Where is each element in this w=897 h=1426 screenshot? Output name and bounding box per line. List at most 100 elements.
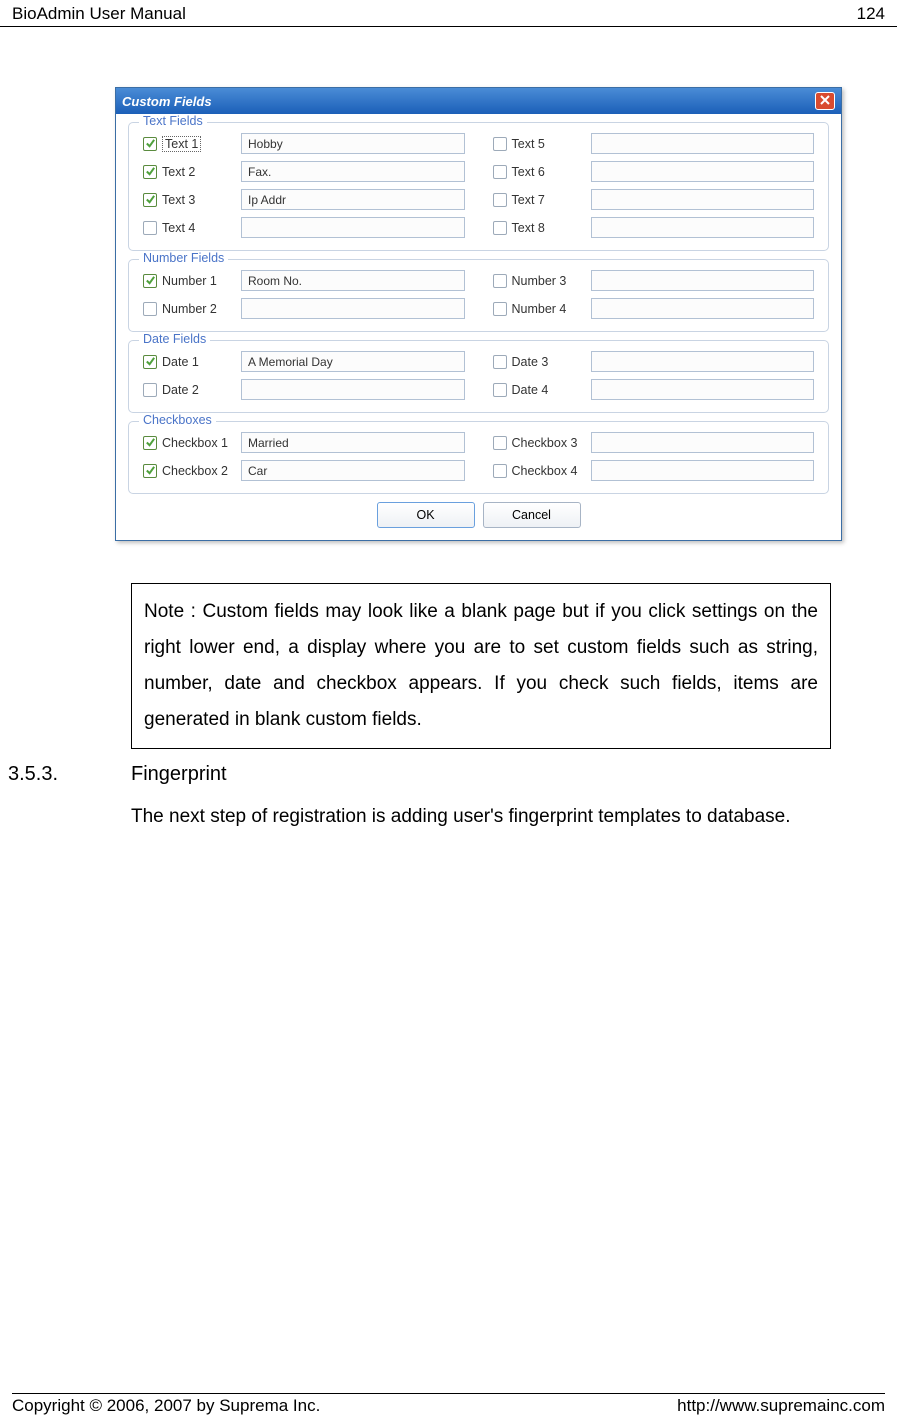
field-input[interactable] bbox=[591, 189, 815, 210]
field-input[interactable]: Ip Addr bbox=[241, 189, 465, 210]
field-input[interactable] bbox=[591, 270, 815, 291]
section-heading: 3.5.3. Fingerprint bbox=[8, 763, 897, 786]
checkbox[interactable] bbox=[143, 137, 157, 151]
field-input[interactable] bbox=[591, 379, 815, 400]
field-grid: Number 1 Room No. Number 3 Number 2 Number 4 bbox=[143, 270, 814, 319]
checkbox[interactable] bbox=[493, 274, 507, 288]
field-input[interactable] bbox=[591, 432, 815, 453]
field-label: Checkbox 1 bbox=[162, 436, 228, 450]
field-label-wrap: Text 2 bbox=[143, 165, 235, 179]
field-label-wrap: Number 1 bbox=[143, 274, 235, 288]
field-label-wrap: Checkbox 3 bbox=[493, 436, 585, 450]
checkbox[interactable] bbox=[493, 221, 507, 235]
field-label: Checkbox 2 bbox=[162, 464, 228, 478]
field-label: Text 8 bbox=[512, 221, 545, 235]
field-label: Number 2 bbox=[162, 302, 217, 316]
page-number: 124 bbox=[857, 4, 885, 24]
fieldgroup-text: Text FieldsText 1HobbyText 5Text 2Fax.Te… bbox=[128, 122, 829, 251]
field-input[interactable] bbox=[591, 298, 815, 319]
field-label-wrap: Text 7 bbox=[493, 193, 585, 207]
field-label: Number 1 bbox=[162, 274, 217, 288]
checkbox[interactable] bbox=[143, 383, 157, 397]
fieldgroup-number: Number FieldsNumber 1Room No.Number 3Num… bbox=[128, 259, 829, 332]
field-input[interactable] bbox=[591, 351, 815, 372]
field-input[interactable]: Room No. bbox=[241, 270, 465, 291]
fieldgroup-legend: Text Fields bbox=[139, 114, 207, 128]
dialog-screenshot: Custom Fields Text FieldsText 1HobbyText… bbox=[115, 87, 842, 541]
field-row: Number 3 bbox=[493, 270, 815, 291]
ok-button[interactable]: OK bbox=[377, 502, 475, 528]
field-label-wrap: Date 2 bbox=[143, 383, 235, 397]
checkbox[interactable] bbox=[493, 165, 507, 179]
field-label: Number 3 bbox=[512, 274, 567, 288]
field-label: Checkbox 4 bbox=[512, 464, 578, 478]
field-row: Text 8 bbox=[493, 217, 815, 238]
dialog-title: Custom Fields bbox=[122, 94, 212, 109]
close-button[interactable] bbox=[815, 92, 835, 110]
cancel-button[interactable]: Cancel bbox=[483, 502, 581, 528]
checkbox[interactable] bbox=[143, 221, 157, 235]
field-label-wrap: Text 8 bbox=[493, 221, 585, 235]
checkbox[interactable] bbox=[493, 137, 507, 151]
field-input[interactable] bbox=[591, 161, 815, 182]
footer-copyright: Copyright © 2006, 2007 by Suprema Inc. bbox=[12, 1396, 320, 1416]
field-input[interactable] bbox=[591, 460, 815, 481]
checkbox[interactable] bbox=[143, 355, 157, 369]
field-row: Number 4 bbox=[493, 298, 815, 319]
checkbox[interactable] bbox=[493, 193, 507, 207]
field-input[interactable]: Married bbox=[241, 432, 465, 453]
custom-fields-dialog: Custom Fields Text FieldsText 1HobbyText… bbox=[115, 87, 842, 541]
checkbox[interactable] bbox=[143, 436, 157, 450]
field-row: Checkbox 2 Car bbox=[143, 460, 465, 481]
field-input[interactable] bbox=[241, 379, 465, 400]
fieldgroup-checkbox: CheckboxesCheckbox 1MarriedCheckbox 3Che… bbox=[128, 421, 829, 494]
field-input[interactable]: Fax. bbox=[241, 161, 465, 182]
field-label: Text 4 bbox=[162, 221, 195, 235]
field-grid: Checkbox 1 Married Checkbox 3 Checkbox 2 Car… bbox=[143, 432, 814, 481]
field-label: Text 6 bbox=[512, 165, 545, 179]
dialog-titlebar: Custom Fields bbox=[116, 88, 841, 114]
field-row: Text 4 bbox=[143, 217, 465, 238]
checkbox[interactable] bbox=[493, 383, 507, 397]
field-input[interactable]: Car bbox=[241, 460, 465, 481]
field-row: Number 1 Room No. bbox=[143, 270, 465, 291]
field-grid: Text 1 Hobby Text 5 Text 2 Fax. Text 6 Text 3 I… bbox=[143, 133, 814, 238]
checkbox[interactable] bbox=[493, 302, 507, 316]
field-row: Checkbox 3 bbox=[493, 432, 815, 453]
field-input[interactable] bbox=[591, 133, 815, 154]
fieldgroup-date: Date FieldsDate 1A Memorial DayDate 3Dat… bbox=[128, 340, 829, 413]
checkbox[interactable] bbox=[143, 302, 157, 316]
field-label-wrap: Text 3 bbox=[143, 193, 235, 207]
checkbox[interactable] bbox=[143, 464, 157, 478]
field-grid: Date 1A Memorial DayDate 3Date 2Date 4 bbox=[143, 351, 814, 400]
fieldgroup-legend: Checkboxes bbox=[139, 413, 216, 427]
field-label: Text 5 bbox=[512, 137, 545, 151]
field-label-wrap: Date 1 bbox=[143, 355, 235, 369]
field-label-wrap: Text 5 bbox=[493, 137, 585, 151]
field-label-wrap: Number 3 bbox=[493, 274, 585, 288]
field-input[interactable] bbox=[591, 217, 815, 238]
field-row: Text 6 bbox=[493, 161, 815, 182]
checkbox[interactable] bbox=[493, 436, 507, 450]
field-row: Date 2 bbox=[143, 379, 465, 400]
checkbox[interactable] bbox=[493, 355, 507, 369]
fieldgroup-legend: Date Fields bbox=[139, 332, 210, 346]
field-input[interactable]: Hobby bbox=[241, 133, 465, 154]
checkbox[interactable] bbox=[143, 274, 157, 288]
checkbox[interactable] bbox=[493, 464, 507, 478]
field-label-wrap: Text 1 bbox=[143, 136, 235, 152]
checkbox[interactable] bbox=[143, 165, 157, 179]
section-number: 3.5.3. bbox=[8, 763, 131, 786]
field-row: Checkbox 1 Married bbox=[143, 432, 465, 453]
field-row: Text 1 Hobby bbox=[143, 133, 465, 154]
field-row: Text 3 Ip Addr bbox=[143, 189, 465, 210]
field-label-wrap: Number 2 bbox=[143, 302, 235, 316]
field-input[interactable] bbox=[241, 217, 465, 238]
field-label-wrap: Text 6 bbox=[493, 165, 585, 179]
field-input[interactable]: A Memorial Day bbox=[241, 351, 465, 372]
field-row: Text 2 Fax. bbox=[143, 161, 465, 182]
field-input[interactable] bbox=[241, 298, 465, 319]
field-row: Text 5 bbox=[493, 133, 815, 154]
checkbox[interactable] bbox=[143, 193, 157, 207]
field-row: Checkbox 4 bbox=[493, 460, 815, 481]
